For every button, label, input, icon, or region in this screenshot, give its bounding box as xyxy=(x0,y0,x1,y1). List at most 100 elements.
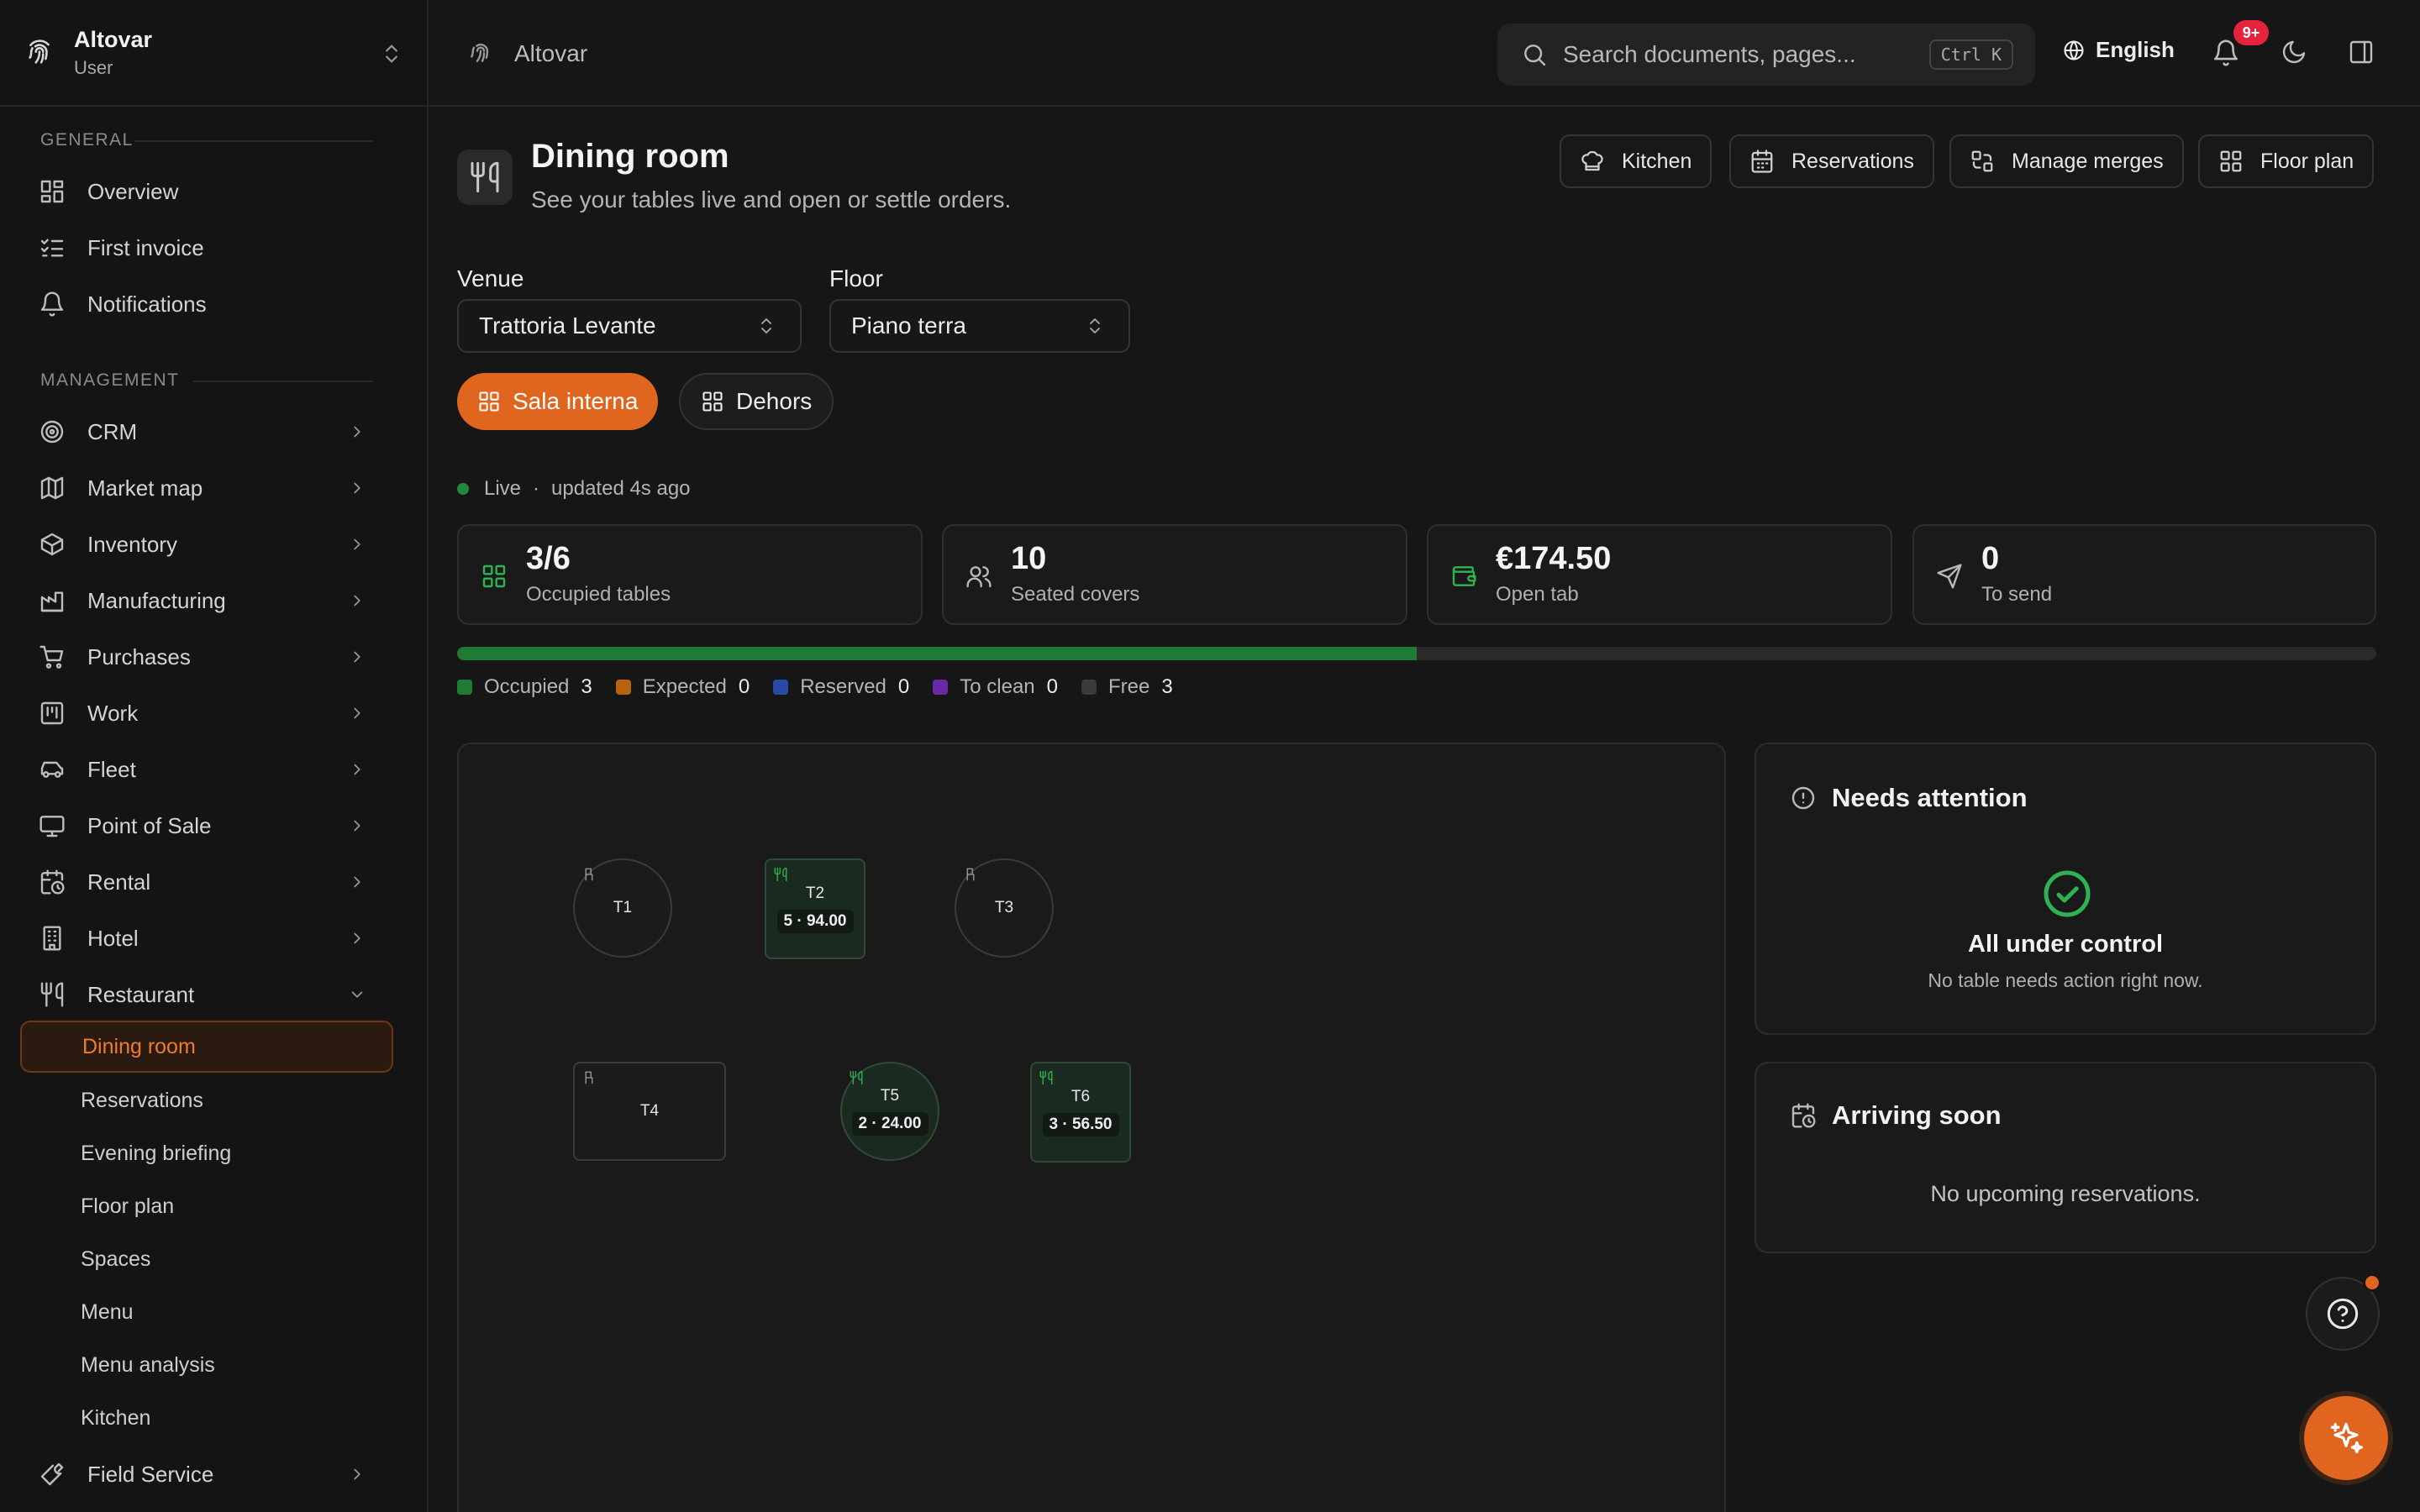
page-subtitle: See your tables live and open or settle … xyxy=(531,186,1012,213)
room-tab-label: Dehors xyxy=(736,388,813,414)
box-icon xyxy=(40,533,64,556)
table-t1[interactable]: T1 xyxy=(573,858,672,958)
table-name: T4 xyxy=(639,1102,660,1120)
sidebar-item-inventory[interactable]: Inventory xyxy=(25,521,378,568)
language-switcher[interactable]: English xyxy=(2062,37,2175,63)
table-t5[interactable]: T5 2 · 24.00 xyxy=(840,1062,939,1161)
sidebar-item-work[interactable]: Work xyxy=(25,690,378,737)
sidebar: Altovar User GENERAL Overview First invo… xyxy=(0,0,429,1512)
sidebar-item-label: Overview xyxy=(87,178,179,204)
occupancy-bar-fill xyxy=(457,647,1417,660)
sidebar-item-label: CRM xyxy=(87,418,138,444)
room-tab-dehors[interactable]: Dehors xyxy=(679,373,834,430)
sidebar-subitem-menu[interactable]: Menu xyxy=(20,1286,393,1338)
all-clear-text: No table needs action right now. xyxy=(1928,969,2203,991)
table-name: T5 xyxy=(880,1087,900,1105)
grid-icon xyxy=(40,180,64,203)
sidebar-subitem-spaces[interactable]: Spaces xyxy=(20,1233,393,1285)
table-t6[interactable]: T6 3 · 56.50 xyxy=(1030,1062,1131,1163)
stat-card-to-send: 0 To send xyxy=(1912,524,2376,625)
sidebar-subitem-evening-briefing[interactable]: Evening briefing xyxy=(20,1127,393,1179)
sidebar-item-label: Point of Sale xyxy=(87,812,212,838)
moon-icon[interactable] xyxy=(2281,39,2307,66)
stat-label: Open tab xyxy=(1496,583,1579,606)
table-covers-total: 3 · 56.50 xyxy=(1042,1113,1119,1137)
utensils-icon xyxy=(774,867,787,882)
updated-label: updated 4s ago xyxy=(551,477,691,500)
table-t4[interactable]: T4 xyxy=(573,1062,726,1161)
sidebar-item-field-service[interactable]: Field Service xyxy=(25,1451,378,1498)
sidebar-item-label: Inventory xyxy=(87,531,177,557)
arriving-soon-panel: Arriving soon No upcoming reservations. xyxy=(1754,1062,2376,1253)
chair-icon xyxy=(966,868,975,881)
sidebar-subitem-dining-room[interactable]: Dining room xyxy=(20,1021,393,1073)
sidebar-item-label: Hotel xyxy=(87,925,139,951)
table-t2[interactable]: T2 5 · 94.00 xyxy=(765,858,865,959)
ai-assistant-button[interactable] xyxy=(2304,1396,2388,1480)
sidebar-item-overview[interactable]: Overview xyxy=(25,168,378,215)
legend-label: Expected xyxy=(642,675,727,698)
org-switcher[interactable]: Altovar User xyxy=(0,0,427,107)
kitchen-button-label: Kitchen xyxy=(1622,149,1692,173)
chevron-right-icon xyxy=(354,764,360,775)
sidebar-item-market-map[interactable]: Market map xyxy=(25,465,378,512)
legend-count: 3 xyxy=(1161,675,1173,698)
sidebar-item-manufacturing[interactable]: Manufacturing xyxy=(25,577,378,624)
chevron-right-icon xyxy=(354,426,360,438)
live-label: Live xyxy=(484,477,522,500)
no-reservations-text: No upcoming reservations. xyxy=(1930,1181,2201,1206)
chevrons-updown-icon xyxy=(1090,318,1100,333)
table-t3[interactable]: T3 xyxy=(955,858,1054,958)
sidebar-item-restaurant[interactable]: Restaurant xyxy=(25,971,378,1018)
kitchen-button[interactable]: Kitchen xyxy=(1560,134,1712,188)
grid-icon xyxy=(482,564,506,588)
check-circle-icon xyxy=(2044,870,2091,917)
sidebar-item-rental[interactable]: Rental xyxy=(25,858,378,906)
reservations-button[interactable]: Reservations xyxy=(1729,134,1934,188)
floor-plan-button[interactable]: Floor plan xyxy=(2198,134,2375,188)
search-box[interactable]: Ctrl K xyxy=(1497,24,2035,86)
stat-card-open-tab: €174.50 Open tab xyxy=(1427,524,1892,625)
stat-value: 3/6 xyxy=(526,541,571,576)
sidebar-item-hotel[interactable]: Hotel xyxy=(25,915,378,962)
sidebar-toggle-icon[interactable] xyxy=(2348,39,2375,66)
utensils-icon xyxy=(471,161,499,193)
search-icon xyxy=(1524,45,1546,66)
legend-label: Free xyxy=(1108,675,1150,698)
floor-label: Floor xyxy=(829,265,883,291)
sidebar-subitem-reservations[interactable]: Reservations xyxy=(20,1074,393,1126)
sidebar-item-label: Rental xyxy=(87,869,151,895)
org-role: User xyxy=(74,57,113,78)
floor-plan-button-label: Floor plan xyxy=(2260,149,2354,173)
manage-merges-button[interactable]: Manage merges xyxy=(1949,134,2184,188)
sidebar-item-crm[interactable]: CRM xyxy=(25,408,378,455)
table-name: T2 xyxy=(805,885,825,902)
stat-value: 0 xyxy=(1981,541,2000,576)
breadcrumb[interactable]: Altovar xyxy=(514,40,587,67)
sidebar-item-point-of-sale[interactable]: Point of Sale xyxy=(25,802,378,849)
chef-hat-icon xyxy=(1581,150,1603,171)
checklist-icon xyxy=(40,239,64,257)
legend-item-to-clean: To clean 0 xyxy=(933,675,1058,699)
bell-icon[interactable] xyxy=(2212,39,2240,67)
table-name: T1 xyxy=(613,899,633,916)
send-icon xyxy=(1937,564,1962,589)
sidebar-subitem-kitchen[interactable]: Kitchen xyxy=(20,1392,393,1444)
calendar-icon xyxy=(1751,150,1773,173)
floor-select[interactable]: Piano terra xyxy=(829,299,1130,353)
search-input[interactable] xyxy=(1563,41,1929,68)
room-tab-sala-interna[interactable]: Sala interna xyxy=(457,373,659,430)
sidebar-item-fleet[interactable]: Fleet xyxy=(25,746,378,793)
sidebar-subitem-menu-analysis[interactable]: Menu analysis xyxy=(20,1339,393,1391)
needs-attention-title: Needs attention xyxy=(1832,783,2028,812)
sidebar-item-purchases[interactable]: Purchases xyxy=(25,633,378,680)
venue-select[interactable]: Trattoria Levante xyxy=(457,299,802,353)
stat-value: €174.50 xyxy=(1496,541,1612,576)
sidebar-subitem-floor-plan[interactable]: Floor plan xyxy=(20,1180,393,1232)
chevron-right-icon xyxy=(354,595,360,606)
help-notification-dot xyxy=(2363,1273,2381,1292)
sidebar-item-notifications[interactable]: Notifications xyxy=(25,281,378,328)
map-icon xyxy=(40,476,64,500)
sidebar-item-first-invoice[interactable]: First invoice xyxy=(25,224,378,271)
sidebar-item-label: Work xyxy=(87,700,139,726)
